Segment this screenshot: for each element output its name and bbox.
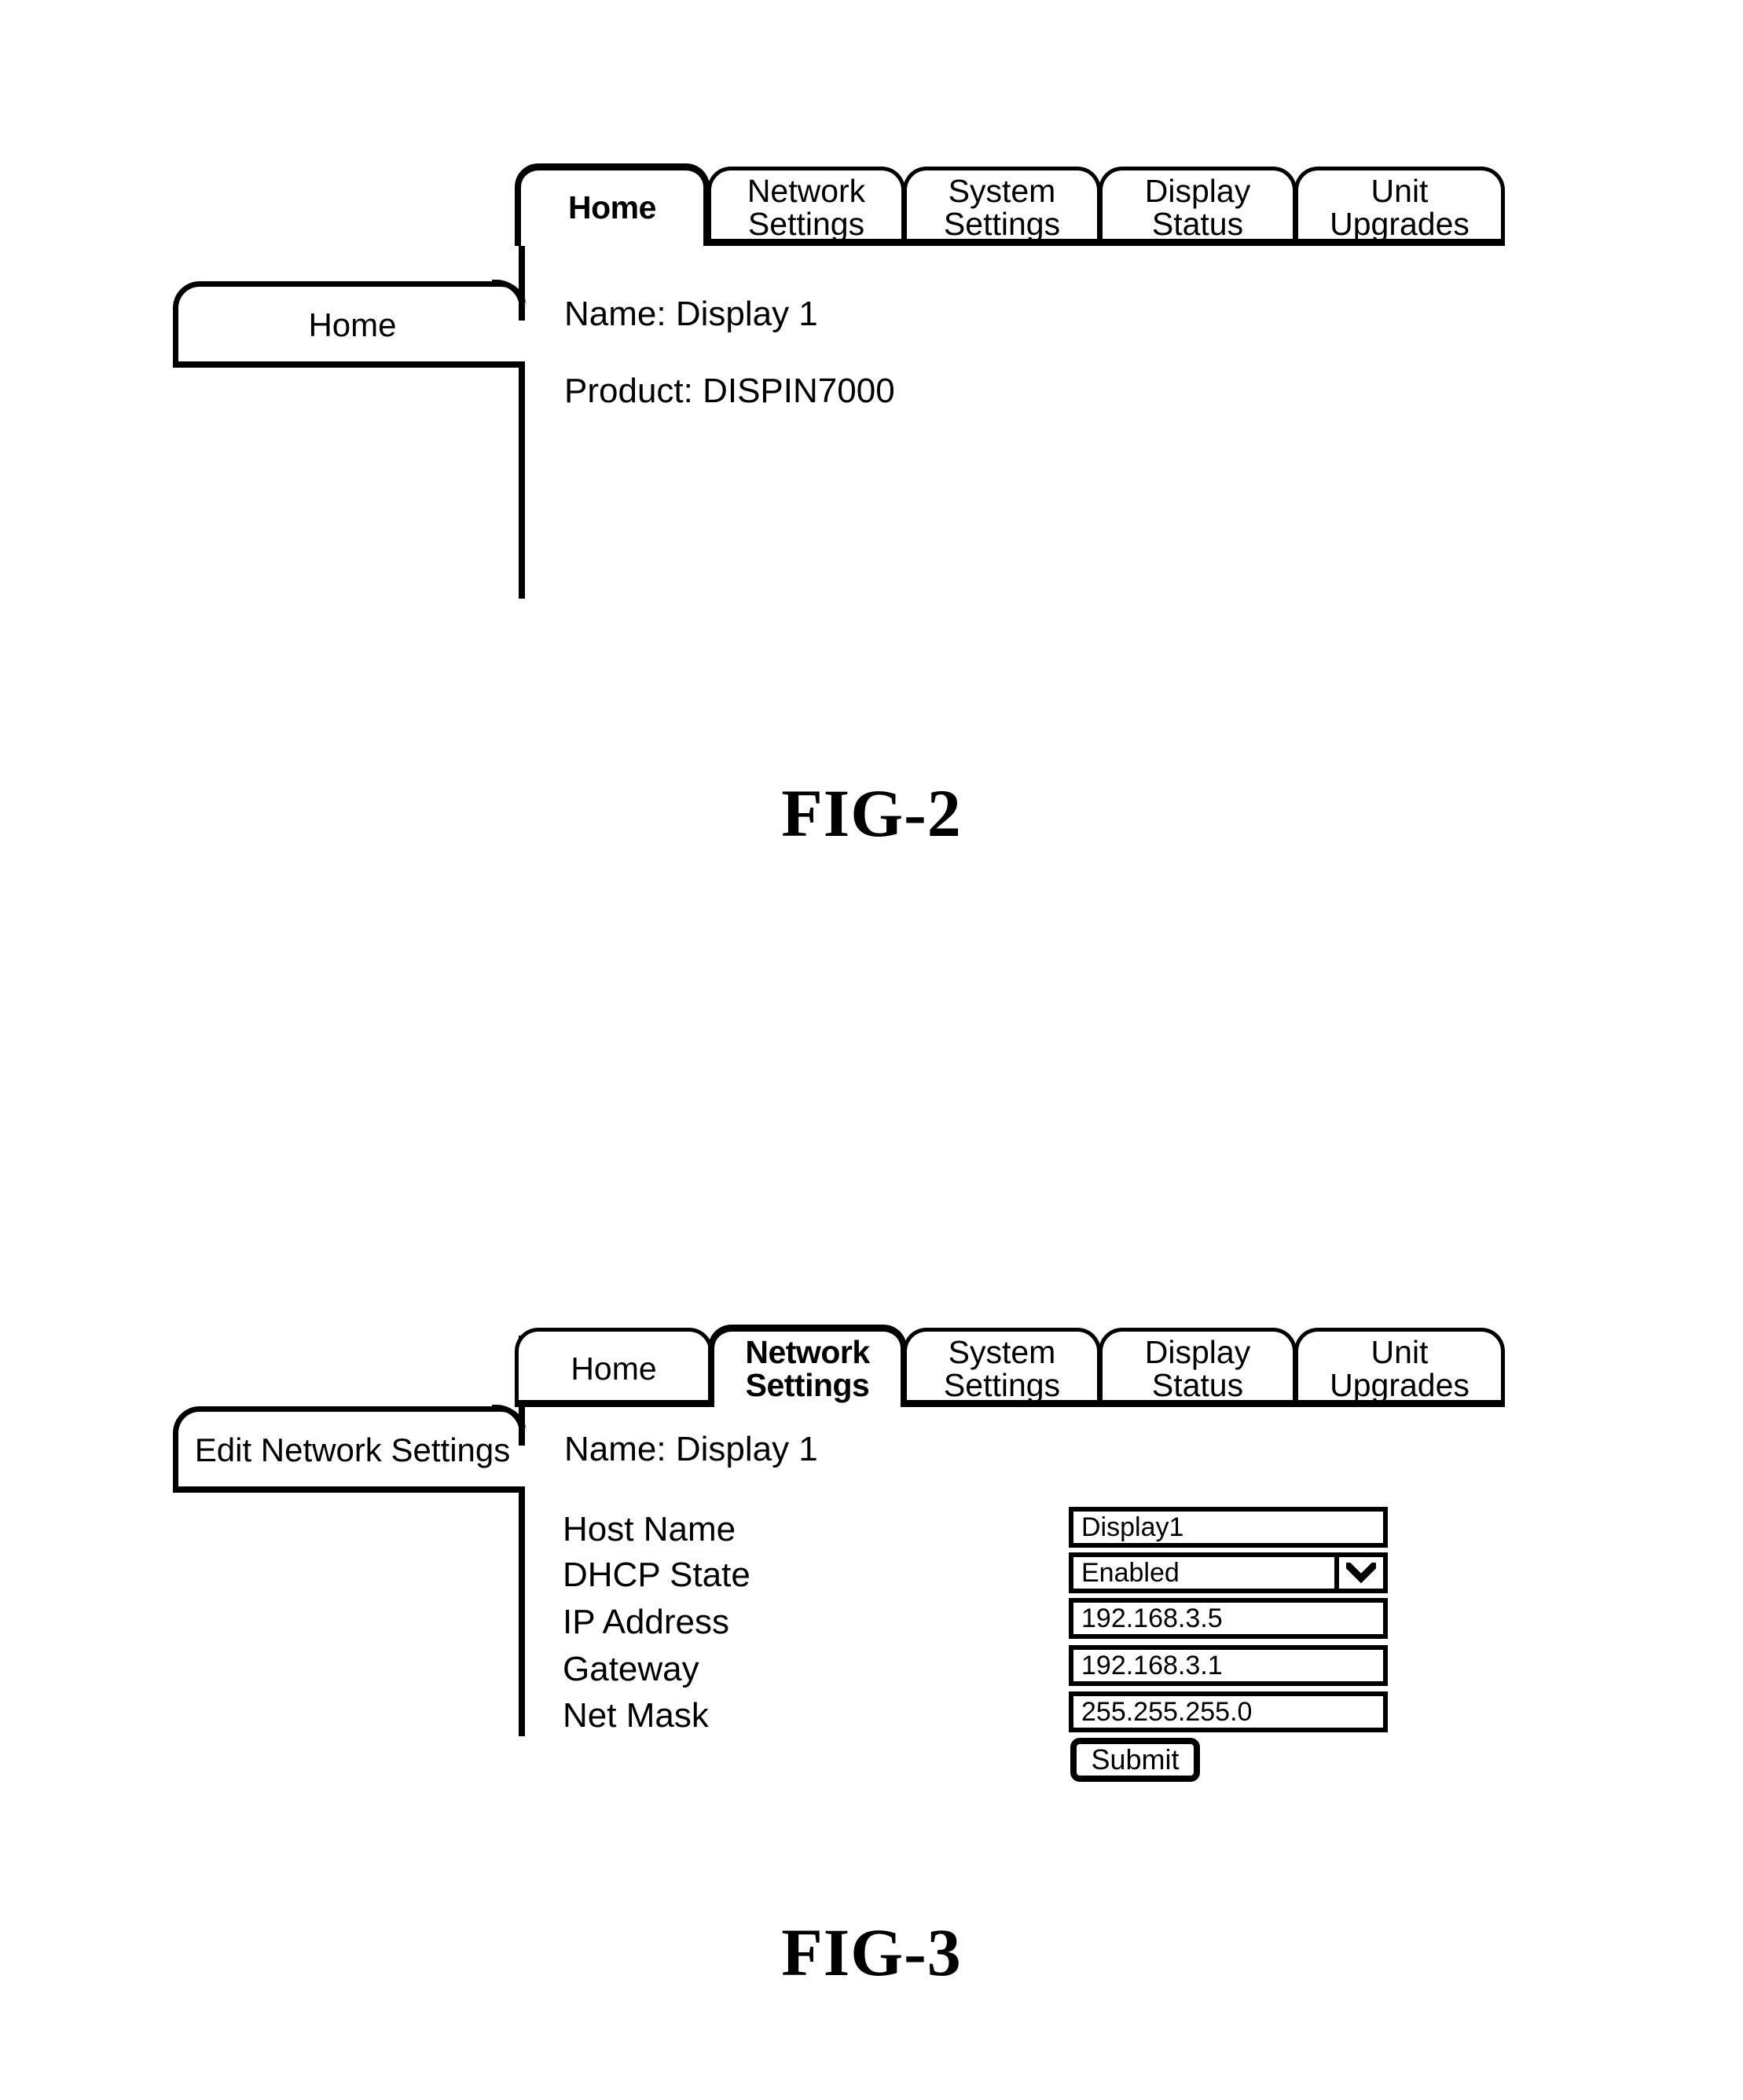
fig3-select-dhcp-state-value: Enabled: [1081, 1558, 1180, 1588]
fig2-tab-home-label: Home: [568, 189, 656, 226]
fig2-side-panel-bottom-rule: [173, 361, 525, 368]
fig3-label-host-name: Host Name: [563, 1510, 736, 1548]
fig3-tab-home-label: Home: [571, 1351, 657, 1387]
fig2-tab-network-settings[interactable]: Network Settings: [707, 167, 905, 246]
fig3-side-panel-bottom-rule: [173, 1486, 525, 1493]
fig3-input-host-name[interactable]: Display1: [1069, 1507, 1388, 1548]
fig2-tab-home[interactable]: Home: [515, 163, 710, 246]
fig2-name-line: Name: Display 1: [564, 295, 818, 333]
fig3-name-line: Name: Display 1: [564, 1430, 818, 1468]
fig3-input-gateway-value: 192.168.3.1: [1081, 1651, 1223, 1680]
fig3-input-ip-address[interactable]: 192.168.3.5: [1069, 1598, 1388, 1639]
fig2-tab-system-settings[interactable]: System Settings: [903, 167, 1101, 246]
fig2-tabstrip-rule: [707, 239, 1505, 246]
fig3-side-panel-label: Edit Network Settings: [194, 1431, 511, 1468]
fig3-input-gateway[interactable]: 192.168.3.1: [1069, 1645, 1388, 1686]
fig3-submit-button-label: Submit: [1091, 1743, 1180, 1776]
fig2-tab-network-settings-label: Network Settings: [747, 173, 866, 242]
fig3-side-panel-tab[interactable]: Edit Network Settings: [173, 1406, 527, 1493]
fig3-select-dhcp-state[interactable]: Enabled: [1069, 1552, 1388, 1593]
fig2-side-panel-label: Home: [308, 306, 397, 343]
fig2-side-panel: Home: [173, 281, 527, 368]
fig3-label-net-mask: Net Mask: [563, 1696, 709, 1735]
fig2-tab-system-settings-label: System Settings: [943, 173, 1061, 242]
fig2-spine-lower: [519, 361, 525, 599]
fig3-tab-unit-upgrades-label: Unit Upgrades: [1330, 1334, 1470, 1403]
fig3-label-dhcp-state: DHCP State: [563, 1556, 750, 1594]
fig3-tab-network-settings[interactable]: Network Settings: [708, 1325, 907, 1407]
fig3-tab-display-status-label: Display Status: [1144, 1334, 1251, 1403]
fig3-tabstrip-rule-left: [515, 1400, 711, 1407]
fig2-caption: FIG-2: [781, 775, 962, 851]
fig3-tab-network-settings-label: Network Settings: [745, 1334, 870, 1403]
fig3-tab-display-status[interactable]: Display Status: [1099, 1328, 1297, 1407]
fig3-caption: FIG-3: [781, 1915, 962, 1990]
fig2-tab-display-status-label: Display Status: [1144, 173, 1251, 242]
fig3-input-net-mask[interactable]: 255.255.255.0: [1069, 1691, 1388, 1732]
fig2-product-line: Product: DISPIN7000: [564, 372, 895, 410]
fig3-tab-system-settings-label: System Settings: [943, 1334, 1061, 1403]
fig3-tab-unit-upgrades[interactable]: Unit Upgrades: [1294, 1328, 1505, 1407]
fig3-tab-system-settings[interactable]: System Settings: [903, 1328, 1101, 1407]
fig2-tab-unit-upgrades-label: Unit Upgrades: [1330, 173, 1470, 242]
fig2-tab-unit-upgrades[interactable]: Unit Upgrades: [1294, 167, 1505, 246]
fig3-submit-button[interactable]: Submit: [1070, 1738, 1200, 1782]
fig3-label-gateway: Gateway: [563, 1650, 699, 1688]
fig3-input-host-name-value: Display1: [1081, 1512, 1184, 1542]
fig3-input-ip-address-value: 192.168.3.5: [1081, 1603, 1223, 1633]
fig3-side-panel: Edit Network Settings: [173, 1406, 527, 1493]
chevron-down-icon[interactable]: [1334, 1557, 1383, 1589]
fig3-tab-home[interactable]: Home: [515, 1328, 713, 1407]
fig2-tab-display-status[interactable]: Display Status: [1099, 167, 1297, 246]
fig2-side-panel-tab[interactable]: Home: [173, 281, 527, 368]
fig3-tabstrip-rule-right: [903, 1400, 1505, 1407]
fig3-input-net-mask-value: 255.255.255.0: [1081, 1697, 1253, 1727]
fig3-spine-lower: [519, 1486, 525, 1736]
fig3-label-ip-address: IP Address: [563, 1603, 729, 1641]
